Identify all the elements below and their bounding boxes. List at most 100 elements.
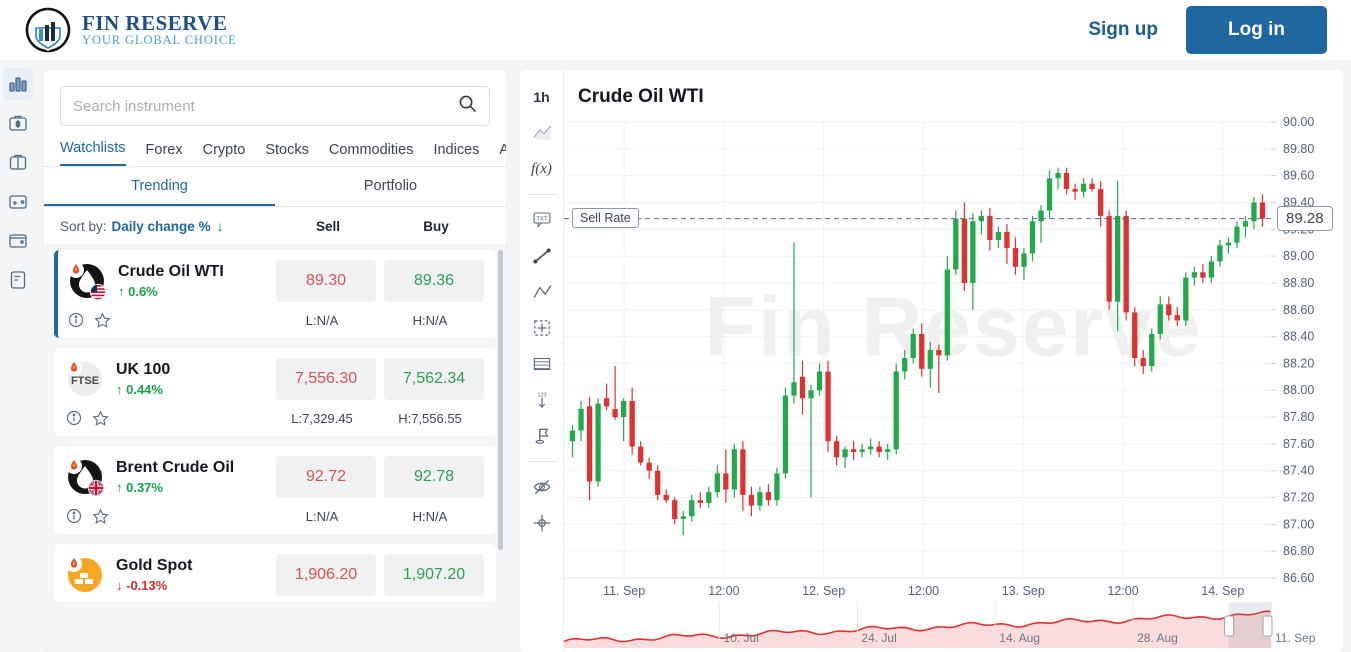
chart-main: Crude Oil WTI Fin Reserve 90.00 89.80 89.6… bbox=[564, 70, 1343, 652]
toolbar-separator bbox=[526, 194, 557, 195]
favorite-star-icon[interactable] bbox=[92, 410, 109, 427]
tab-watchlists[interactable]: Watchlists bbox=[60, 140, 126, 166]
tab-stocks[interactable]: Stocks bbox=[265, 142, 309, 166]
rail-item-bar-chart[interactable] bbox=[3, 68, 33, 100]
signup-link[interactable]: Sign up bbox=[1088, 19, 1158, 41]
tab-indices[interactable]: Indices bbox=[433, 142, 479, 166]
rail-item-briefcase-dollar[interactable]: $ bbox=[3, 107, 33, 139]
timeframe-label: 1h bbox=[533, 89, 550, 105]
low-high-values: L:7,329.45 H:7,556.55 bbox=[268, 411, 484, 426]
instrument-change: ↑ 0.44% bbox=[116, 382, 163, 397]
svg-text:14. Sep: 14. Sep bbox=[1201, 584, 1244, 598]
info-icon[interactable] bbox=[66, 508, 82, 524]
instrument-footer: L:7,329.45 H:7,556.55 bbox=[66, 406, 484, 430]
ftse-icon: FTSE bbox=[66, 360, 104, 398]
svg-text:88.60: 88.60 bbox=[1283, 303, 1314, 317]
svg-text:86.80: 86.80 bbox=[1283, 544, 1314, 558]
buy-price-button[interactable]: 92.78 bbox=[384, 456, 484, 498]
instrument-row[interactable]: Gold Spot ↓ -0.13% 1,906.20 1,907.20 bbox=[54, 544, 496, 602]
search-box[interactable] bbox=[60, 86, 490, 126]
sort-row: Sort by: Daily change % ↓ Sell Buy bbox=[44, 207, 506, 244]
chart-toolbar: 1h f(x) TXT 123 bbox=[520, 70, 564, 652]
arrow-down-icon[interactable]: ↓ bbox=[217, 218, 224, 234]
instrument-row[interactable]: Crude Oil WTI ↑ 0.6% 89.30 89.36 L:N/A H:N/A bbox=[54, 250, 496, 338]
high-value: H:N/A bbox=[412, 508, 448, 524]
chart-canvas[interactable]: Fin Reserve 90.0089.8089.6089.4089.2089.… bbox=[564, 112, 1343, 652]
info-icon[interactable] bbox=[66, 410, 82, 426]
flag-marker-icon[interactable] bbox=[526, 421, 558, 451]
candlestick-chart[interactable]: 90.0089.8089.6089.4089.2089.0088.8088.60… bbox=[564, 112, 1343, 652]
instrument-meta: Crude Oil WTI ↑ 0.6% bbox=[118, 263, 276, 299]
sell-price-button[interactable]: 89.30 bbox=[276, 260, 376, 302]
text-note-icon[interactable]: TXT bbox=[526, 205, 558, 235]
low-value: L:N/A bbox=[305, 508, 339, 524]
sell-price-button[interactable]: 7,556.30 bbox=[276, 358, 376, 400]
main-content: Watchlists Forex Crypto Stocks Commodities In… bbox=[36, 60, 1351, 652]
column-header-buy: Buy bbox=[423, 218, 449, 234]
low-high-values: L:N/A H:N/A bbox=[268, 509, 484, 524]
svg-text:24. Jul: 24. Jul bbox=[861, 631, 896, 645]
svg-text:90.00: 90.00 bbox=[1283, 115, 1314, 129]
instrument-list: Crude Oil WTI ↑ 0.6% 89.30 89.36 L:N/A H:N/A F… bbox=[44, 244, 506, 652]
svg-text:TXT: TXT bbox=[536, 216, 548, 222]
selection-box-icon[interactable] bbox=[526, 313, 558, 343]
wallet-icon bbox=[7, 229, 29, 251]
low-value: L:N/A bbox=[305, 312, 339, 328]
login-button[interactable]: Log in bbox=[1186, 6, 1327, 54]
line-chart-icon[interactable] bbox=[526, 118, 558, 148]
search-input[interactable] bbox=[73, 97, 458, 115]
instrument-meta: UK 100 ↑ 0.44% bbox=[116, 361, 276, 397]
chart-panel: 1h f(x) TXT 123 Crude Oil WTI Fin Reserve 9… bbox=[520, 70, 1343, 652]
favorite-star-icon[interactable] bbox=[92, 508, 109, 525]
rail-item-briefcase[interactable] bbox=[3, 146, 33, 178]
sell-price-button[interactable]: 92.72 bbox=[276, 456, 376, 498]
watchlist-scrollbar[interactable] bbox=[498, 250, 503, 550]
wallet-add-icon bbox=[7, 190, 29, 212]
indicators-fx-icon[interactable]: f(x) bbox=[526, 154, 558, 184]
current-price-tag: 89.28 bbox=[1277, 205, 1333, 231]
buy-price-button[interactable]: 7,562.34 bbox=[384, 358, 484, 400]
measure-arrow-icon[interactable]: 123 bbox=[526, 385, 558, 415]
arrow-up-icon: ↑ bbox=[116, 382, 123, 397]
high-value: H:N/A bbox=[412, 312, 448, 328]
svg-text:$: $ bbox=[16, 122, 20, 129]
subtab-portfolio[interactable]: Portfolio bbox=[275, 167, 506, 206]
rail-item-document[interactable] bbox=[3, 263, 33, 295]
tab-commodities[interactable]: Commodities bbox=[329, 142, 414, 166]
subtab-trending[interactable]: Trending bbox=[44, 167, 275, 206]
instrument-row[interactable]: FTSE UK 100 ↑ 0.44% 7,556.30 7,562.34 L:7,329… bbox=[54, 348, 496, 436]
hide-drawings-icon[interactable] bbox=[526, 472, 558, 502]
instrument-name: Brent Crude Oil bbox=[116, 459, 235, 476]
instrument-footer: L:N/A H:N/A bbox=[66, 504, 484, 528]
svg-text:10. Jul: 10. Jul bbox=[724, 631, 759, 645]
svg-text:88.20: 88.20 bbox=[1283, 356, 1314, 370]
buy-price-button[interactable]: 89.36 bbox=[384, 260, 484, 302]
instrument-change: ↑ 0.6% bbox=[118, 284, 158, 299]
buy-price-button[interactable]: 1,907.20 bbox=[384, 554, 484, 596]
brand-logo[interactable]: FIN RESERVE YOUR GLOBAL CHOICE bbox=[24, 6, 237, 54]
trend-line-icon[interactable] bbox=[526, 241, 558, 271]
favorite-star-icon[interactable] bbox=[94, 312, 111, 329]
svg-text:89.60: 89.60 bbox=[1283, 169, 1314, 183]
table-grid-icon[interactable] bbox=[526, 349, 558, 379]
document-icon bbox=[7, 268, 29, 290]
oil-drop-icon bbox=[66, 458, 105, 497]
sort-value[interactable]: Daily change % bbox=[112, 219, 211, 234]
instrument-row[interactable]: Brent Crude Oil ↑ 0.37% 92.72 92.78 L:N/A H:N… bbox=[54, 446, 496, 534]
info-icon[interactable] bbox=[68, 312, 84, 328]
rail-item-wallet-add[interactable] bbox=[3, 185, 33, 217]
search-icon[interactable] bbox=[458, 94, 477, 118]
crosshair-icon[interactable] bbox=[526, 508, 558, 538]
low-value: L:7,329.45 bbox=[291, 410, 353, 426]
tab-crypto[interactable]: Crypto bbox=[203, 142, 246, 166]
app-body: $ Watchlists Forex Crypto Stocks Commodities… bbox=[0, 60, 1351, 652]
sell-price-button[interactable]: 1,906.20 bbox=[276, 554, 376, 596]
category-tabs: Watchlists Forex Crypto Stocks Commodities In… bbox=[44, 126, 506, 167]
sort-label: Sort by: bbox=[60, 218, 107, 234]
elliott-wave-icon[interactable] bbox=[526, 277, 558, 307]
rail-item-wallet[interactable] bbox=[3, 224, 33, 256]
timeframe-1h[interactable]: 1h bbox=[526, 82, 558, 112]
arrow-up-icon: ↑ bbox=[116, 480, 123, 495]
tab-forex[interactable]: Forex bbox=[146, 142, 183, 166]
tab-all[interactable]: All bbox=[499, 142, 506, 166]
